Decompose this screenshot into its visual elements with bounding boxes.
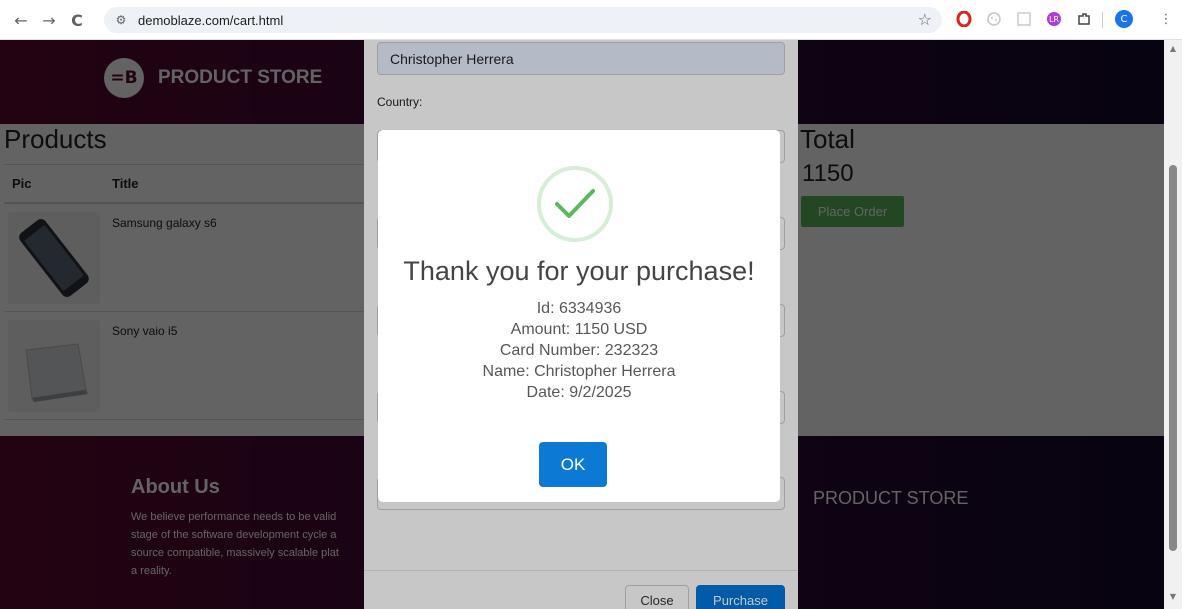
purchase-confirmation-dialog: Thank you for your purchase! Id: 6334936… (378, 130, 780, 502)
scroll-down-arrow-icon[interactable]: ▼ (1168, 592, 1178, 602)
grid-extension-icon[interactable] (1014, 9, 1034, 29)
order-date: Date: 9/2/2025 (526, 384, 632, 401)
profile-avatar[interactable]: C (1114, 9, 1134, 29)
back-icon[interactable]: ← (8, 7, 34, 33)
order-amount: Amount: 1150 USD (510, 321, 648, 338)
lr-extension-icon[interactable]: LR (1044, 9, 1064, 29)
profile-initial: C (1115, 10, 1133, 28)
url-text[interactable]: demoblaze.com/cart.html (138, 13, 283, 28)
vertical-scrollbar[interactable]: ▲ ▼ (1164, 40, 1182, 609)
menu-icon[interactable]: ⋮ (1156, 9, 1176, 29)
svg-text:LR: LR (1049, 15, 1059, 24)
forward-icon[interactable]: → (36, 7, 62, 33)
order-name: Name: Christopher Herrera (482, 363, 676, 380)
opera-extension-icon[interactable] (954, 9, 974, 29)
checkmark-icon (555, 189, 595, 218)
scroll-up-arrow-icon[interactable]: ▲ (1168, 44, 1178, 54)
confirmation-title: Thank you for your purchase! (403, 256, 755, 286)
address-bar[interactable]: ⚙ demoblaze.com/cart.html ☆ (104, 7, 942, 33)
order-card-number: Card Number: 232323 (499, 342, 659, 359)
site-info-icon[interactable]: ⚙ (112, 11, 130, 29)
toolbar-divider (1102, 12, 1103, 28)
success-circle (537, 166, 613, 242)
bookmark-star-icon[interactable]: ☆ (918, 10, 932, 29)
reload-icon[interactable]: C (64, 7, 90, 33)
puzzle-extensions-icon[interactable] (1074, 9, 1094, 29)
order-id: Id: 6334936 (536, 300, 622, 317)
browser-toolbar: ← → C ⚙ demoblaze.com/cart.html ☆ LR C ⋮ (0, 0, 1182, 40)
confirmation-details: Id: 6334936 Amount: 1150 USD Card Number… (378, 298, 780, 403)
scrollbar-thumb[interactable] (1169, 165, 1177, 551)
ok-button[interactable]: OK (539, 442, 607, 487)
cookie-extension-icon[interactable] (984, 9, 1004, 29)
page: =B PRODUCT STORE Products Pic Title (0, 40, 1164, 609)
